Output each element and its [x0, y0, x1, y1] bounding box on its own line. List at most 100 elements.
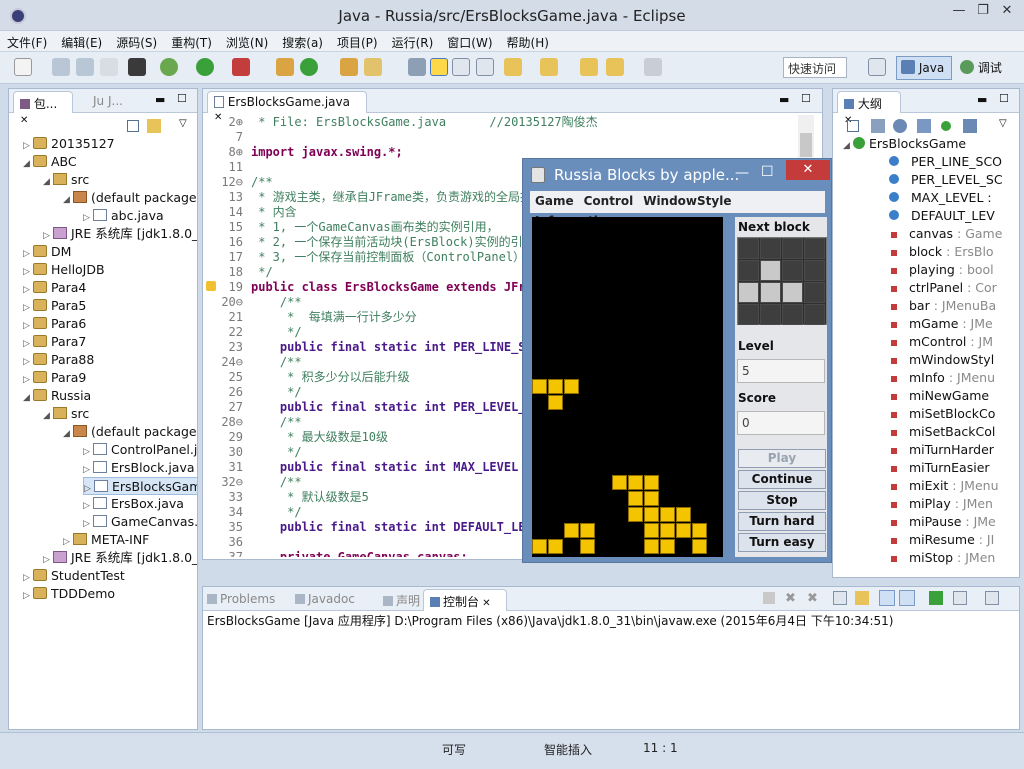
view-menu-icon[interactable]: ▽ [179, 118, 187, 129]
new-icon[interactable] [14, 58, 32, 76]
tab-javadoc[interactable]: Javadoc [295, 592, 355, 606]
tree-item[interactable]: ▷ Para5 [23, 297, 86, 315]
game-menu-item[interactable]: WindowStyle [638, 191, 736, 211]
close-tab-icon[interactable]: ✕ [479, 598, 490, 609]
menu-item[interactable]: 窗口(W) [440, 31, 499, 54]
menu-item[interactable]: 文件(F) [0, 31, 54, 54]
tree-item[interactable]: ◢ Russia [23, 387, 91, 405]
debug-perspective-button[interactable]: 调试 [956, 56, 1018, 80]
outline-item[interactable]: mGame : JMe [889, 315, 993, 333]
expand-toggle-icon[interactable]: ◢ [843, 137, 853, 155]
block-selection-icon[interactable] [476, 58, 494, 76]
outline-item[interactable]: miTurnEasier [889, 459, 990, 477]
maximize-editor-icon[interactable]: ☐ [801, 92, 811, 105]
hide-nonpublic-icon[interactable] [941, 121, 951, 131]
menu-item[interactable]: 浏览(N) [219, 31, 275, 54]
open-perspective-icon[interactable] [868, 58, 886, 76]
turn-easy-button[interactable]: Turn easy [738, 533, 826, 552]
outline-item[interactable]: miPlay : JMen [889, 495, 993, 513]
tree-item[interactable]: ▷ JRE 系统库 [jdk1.8.0_3 [43, 225, 197, 243]
outline-item[interactable]: miSetBlockCo [889, 405, 995, 423]
sort-icon[interactable] [871, 119, 885, 133]
outline-item[interactable]: DEFAULT_LEV [889, 207, 995, 225]
expand-toggle-icon[interactable]: ◢ [23, 155, 33, 173]
outline-item[interactable]: mWindowStyl [889, 351, 994, 369]
toggle-mark-icon[interactable] [408, 58, 426, 76]
collapse-all-icon[interactable] [127, 120, 139, 132]
expand-toggle-icon[interactable]: ◢ [43, 407, 53, 425]
terminal-icon[interactable] [128, 58, 146, 76]
clear-console-icon[interactable] [833, 591, 847, 605]
java-perspective-button[interactable]: Java [896, 56, 952, 80]
menu-item[interactable]: 运行(R) [385, 31, 441, 54]
minimize-view-icon[interactable]: ▬ [155, 93, 165, 106]
tree-item[interactable]: ◢ (default package) [63, 189, 197, 207]
menu-item[interactable]: 编辑(E) [54, 31, 109, 54]
game-board[interactable] [532, 217, 723, 557]
show-stderr-icon[interactable] [899, 590, 915, 606]
view-menu-icon[interactable]: ▽ [999, 118, 1007, 129]
game-menu-item[interactable]: Control [579, 191, 639, 211]
scroll-thumb[interactable] [800, 133, 812, 157]
outline-item[interactable]: bar : JMenuBa [889, 297, 996, 315]
tree-item[interactable]: ▷ Para7 [23, 333, 86, 351]
outline-item[interactable]: miSetBackCol [889, 423, 995, 441]
outline-item[interactable]: miExit : JMenu [889, 477, 999, 495]
tree-item[interactable]: ▷ DM [23, 243, 71, 261]
open-type-icon[interactable] [340, 58, 358, 76]
outline-item[interactable]: MAX_LEVEL : [889, 189, 992, 207]
tree-item[interactable]: ▷ Para9 [23, 369, 86, 387]
highlight-icon[interactable] [430, 58, 448, 76]
outline-root[interactable]: ◢ ErsBlocksGame [843, 135, 966, 153]
pin-console-icon[interactable] [929, 591, 943, 605]
outline-item[interactable]: miTurnHarder [889, 441, 994, 459]
tree-item[interactable]: ▷ ErsBlock.java [83, 459, 195, 477]
hide-local-types-icon[interactable] [963, 119, 977, 133]
remove-launch-icon[interactable]: ✖ [785, 591, 796, 606]
remove-all-icon[interactable]: ✖ [807, 591, 818, 606]
tree-item[interactable]: ▷ abc.java [83, 207, 164, 225]
game-minimize-button[interactable]: — [735, 165, 749, 181]
tree-item[interactable]: ◢ (default package) [63, 423, 197, 441]
display-console-icon[interactable] [953, 591, 967, 605]
last-edit-icon[interactable] [580, 58, 598, 76]
tree-item[interactable]: ◢ src [43, 405, 89, 423]
forward-icon[interactable] [644, 58, 662, 76]
game-menu-item[interactable]: Game [530, 191, 579, 211]
tab-outline[interactable]: 大纲 ✕ [837, 91, 901, 126]
outline-item[interactable]: mInfo : JMenu [889, 369, 995, 387]
menu-item[interactable]: 源码(S) [109, 31, 164, 54]
save-all-icon[interactable] [76, 58, 94, 76]
expand-toggle-icon[interactable]: ▷ [23, 587, 33, 605]
new-class-icon[interactable] [300, 58, 318, 76]
turn-hard-button[interactable]: Turn hard [738, 512, 826, 531]
show-whitespace-icon[interactable] [452, 58, 470, 76]
run-icon[interactable] [196, 58, 214, 76]
game-close-button[interactable]: ✕ [786, 160, 830, 180]
show-stdout-icon[interactable] [879, 590, 895, 606]
terminate-icon[interactable] [763, 592, 775, 604]
close-tab-icon[interactable]: ✕ [20, 115, 28, 126]
expand-toggle-icon[interactable]: ◢ [63, 191, 73, 209]
expand-toggle-icon[interactable]: ◢ [23, 389, 33, 407]
scroll-lock-icon[interactable] [855, 591, 869, 605]
collapse-all-icon[interactable] [847, 120, 859, 132]
save-icon[interactable] [52, 58, 70, 76]
next-annotation-icon[interactable] [504, 58, 522, 76]
outline-item[interactable]: ctrlPanel : Cor [889, 279, 997, 297]
open-console-icon[interactable] [985, 591, 999, 605]
tab-problems[interactable]: Problems [207, 592, 275, 606]
stop-button[interactable]: Stop [738, 491, 826, 510]
tab-declaration[interactable]: 声明 [383, 592, 420, 609]
tree-item[interactable]: ▷ META-INF [63, 531, 149, 549]
hide-static-icon[interactable] [917, 119, 931, 133]
outline-item[interactable]: canvas : Game [889, 225, 1002, 243]
outline-item[interactable]: miResume : JI [889, 531, 994, 549]
tree-item[interactable]: ▷ Para4 [23, 279, 86, 297]
tree-item[interactable]: ▷ StudentTest [23, 567, 125, 585]
search-icon[interactable] [364, 58, 382, 76]
expand-toggle-icon[interactable]: ◢ [63, 425, 73, 443]
tree-item[interactable]: ▷ Para88 [23, 351, 94, 369]
tree-item[interactable]: ▷GameCanvas.ja [83, 513, 197, 531]
outline-item[interactable]: block : ErsBlo [889, 243, 994, 261]
